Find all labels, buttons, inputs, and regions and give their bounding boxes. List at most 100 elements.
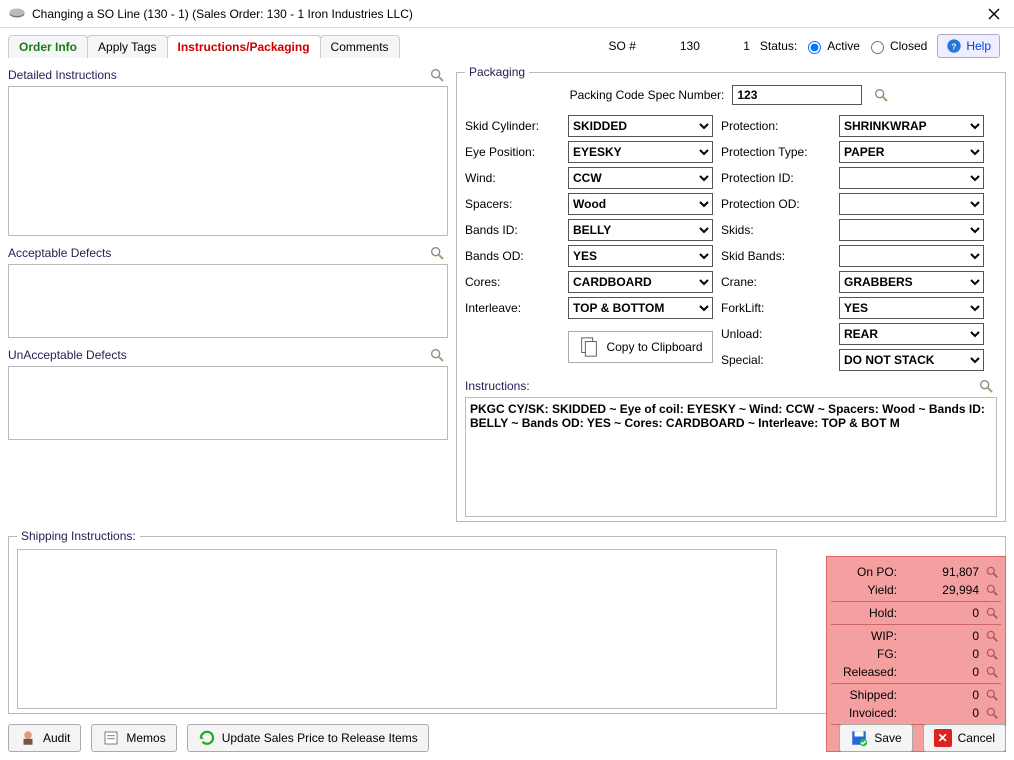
cores-select[interactable]: CARDBOARD — [568, 271, 713, 293]
shipped-search-icon[interactable] — [983, 688, 1001, 702]
tab-apply-tags[interactable]: Apply Tags — [87, 35, 167, 58]
skid-bands-select[interactable] — [839, 245, 984, 267]
cancel-label: Cancel — [958, 731, 995, 745]
save-button[interactable]: Save — [839, 724, 912, 752]
update-sales-price-button[interactable]: Update Sales Price to Release Items — [187, 724, 429, 752]
audit-button[interactable]: Audit — [8, 724, 81, 752]
acceptable-defects-search-icon[interactable] — [426, 244, 448, 262]
audit-label: Audit — [43, 731, 70, 745]
memos-button[interactable]: Memos — [91, 724, 176, 752]
close-icon: ✕ — [934, 729, 952, 747]
so-number-value: 130 — [650, 39, 700, 53]
protection-id-select[interactable] — [839, 167, 984, 189]
wip-label: WIP: — [831, 629, 901, 643]
skids-label: Skids: — [721, 223, 831, 237]
bands-id-select[interactable]: BELLY — [568, 219, 713, 241]
protection-id-label: Protection ID: — [721, 171, 831, 185]
help-label: Help — [966, 39, 991, 53]
unacceptable-defects-search-icon[interactable] — [426, 346, 448, 364]
interleave-label: Interleave: — [465, 301, 560, 315]
yield-value: 29,994 — [901, 583, 983, 597]
forklift-select[interactable]: YES — [839, 297, 984, 319]
packaging-instructions-search-icon[interactable] — [975, 377, 997, 395]
acceptable-defects-text[interactable] — [8, 264, 448, 338]
copy-to-clipboard-label: Copy to Clipboard — [606, 340, 702, 354]
status-closed-radio[interactable]: Closed — [866, 38, 927, 54]
tab-instructions-packaging[interactable]: Instructions/Packaging — [167, 35, 321, 58]
shipped-value: 0 — [901, 688, 983, 702]
wind-label: Wind: — [465, 171, 560, 185]
unload-select[interactable]: REAR — [839, 323, 984, 345]
acceptable-defects-label: Acceptable Defects — [8, 246, 111, 260]
update-sales-price-label: Update Sales Price to Release Items — [222, 731, 418, 745]
hold-value: 0 — [901, 606, 983, 620]
protection-od-select[interactable] — [839, 193, 984, 215]
bands-od-select[interactable]: YES — [568, 245, 713, 267]
protection-od-label: Protection OD: — [721, 197, 831, 211]
on-po-value: 91,807 — [901, 565, 983, 579]
copy-to-clipboard-button[interactable]: Copy to Clipboard — [568, 331, 713, 363]
unacceptable-defects-label: UnAcceptable Defects — [8, 348, 127, 362]
cancel-button[interactable]: ✕ Cancel — [923, 724, 1006, 752]
special-label: Special: — [721, 353, 831, 367]
close-button[interactable] — [982, 4, 1006, 24]
hold-search-icon[interactable] — [983, 606, 1001, 620]
hold-label: Hold: — [831, 606, 901, 620]
detailed-instructions-label: Detailed Instructions — [8, 68, 117, 82]
memos-label: Memos — [126, 731, 165, 745]
help-button[interactable]: ? Help — [937, 34, 1000, 58]
protection-label: Protection: — [721, 119, 831, 133]
detailed-instructions-text[interactable] — [8, 86, 448, 236]
fg-search-icon[interactable] — [983, 647, 1001, 661]
released-value: 0 — [901, 665, 983, 679]
shipping-instructions-text[interactable] — [17, 549, 777, 709]
skid-bands-label: Skid Bands: — [721, 249, 831, 263]
eye-position-select[interactable]: EYESKY — [568, 141, 713, 163]
shipped-label: Shipped: — [831, 688, 901, 702]
status-active-label: Active — [827, 39, 860, 53]
status-active-radio[interactable]: Active — [803, 38, 860, 54]
spacers-label: Spacers: — [465, 197, 560, 211]
protection-type-label: Protection Type: — [721, 145, 831, 159]
status-label: Status: — [760, 39, 797, 53]
packaging-legend: Packaging — [465, 65, 529, 79]
eye-position-label: Eye Position: — [465, 145, 560, 159]
packing-code-spec-input[interactable] — [732, 85, 862, 105]
released-search-icon[interactable] — [983, 665, 1001, 679]
packaging-instructions-text[interactable]: PKGC CY/SK: SKIDDED ~ Eye of coil: EYESK… — [465, 397, 997, 517]
app-icon — [8, 7, 26, 21]
wind-select[interactable]: CCW — [568, 167, 713, 189]
cores-label: Cores: — [465, 275, 560, 289]
wip-value: 0 — [901, 629, 983, 643]
spacers-select[interactable]: Wood — [568, 193, 713, 215]
tab-order-info[interactable]: Order Info — [8, 35, 88, 58]
crane-select[interactable]: GRABBERS — [839, 271, 984, 293]
skid-cylinder-label: Skid Cylinder: — [465, 119, 560, 133]
detailed-instructions-search-icon[interactable] — [426, 66, 448, 84]
so-line-value: 1 — [710, 39, 750, 53]
unacceptable-defects-text[interactable] — [8, 366, 448, 440]
protection-select[interactable]: SHRINKWRAP — [839, 115, 984, 137]
fg-label: FG: — [831, 647, 901, 661]
packaging-instructions-label: Instructions: — [465, 379, 530, 393]
wip-search-icon[interactable] — [983, 629, 1001, 643]
forklift-label: ForkLift: — [721, 301, 831, 315]
on-po-search-icon[interactable] — [983, 565, 1001, 579]
so-number-label: SO # — [609, 39, 636, 53]
window-title: Changing a SO Line (130 - 1) (Sales Orde… — [32, 7, 982, 21]
shipping-instructions-legend: Shipping Instructions: — [17, 529, 140, 543]
invoiced-search-icon[interactable] — [983, 706, 1001, 720]
packing-code-spec-search-icon[interactable] — [870, 86, 892, 104]
invoiced-label: Invoiced: — [831, 706, 901, 720]
tab-comments[interactable]: Comments — [320, 35, 400, 58]
interleave-select[interactable]: TOP & BOTTOM — [568, 297, 713, 319]
protection-type-select[interactable]: PAPER — [839, 141, 984, 163]
crane-label: Crane: — [721, 275, 831, 289]
skids-select[interactable] — [839, 219, 984, 241]
yield-search-icon[interactable] — [983, 583, 1001, 597]
skid-cylinder-select[interactable]: SKIDDED — [568, 115, 713, 137]
bands-od-label: Bands OD: — [465, 249, 560, 263]
special-select[interactable]: DO NOT STACK — [839, 349, 984, 371]
save-label: Save — [874, 731, 901, 745]
yield-label: Yield: — [831, 583, 901, 597]
